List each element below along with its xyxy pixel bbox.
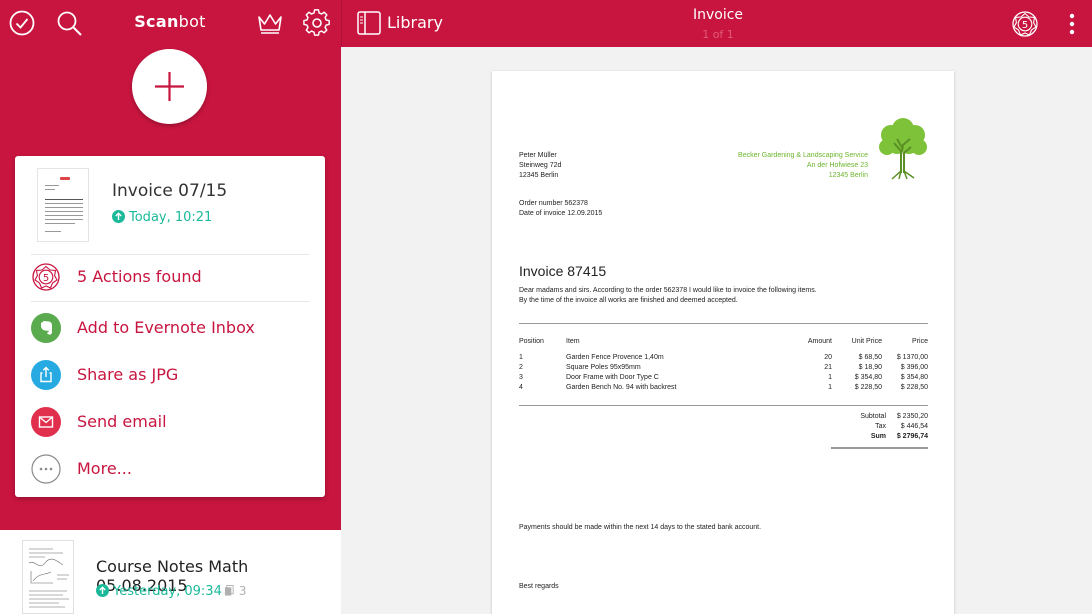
col-unit-price: Unit Price $ 68,50 $ 18,90 $ 354,80 $ 22…	[851, 338, 882, 391]
share-jpg-label: Share as JPG	[77, 365, 179, 384]
library-icon	[357, 11, 381, 35]
tree-logo	[879, 118, 927, 180]
mail-icon	[31, 407, 61, 437]
page-count: 3	[224, 584, 246, 598]
add-scan-button[interactable]	[132, 49, 207, 124]
more-icon	[31, 454, 61, 484]
order-info: Order number 562378 Date of invoice 12.0…	[519, 200, 603, 217]
col-position: Position 1 2 3 4	[519, 338, 544, 391]
payment-note: Payments should be made within the next …	[519, 524, 762, 531]
col-amount: Amount 20 21 1 1	[807, 338, 832, 391]
crown-icon[interactable]	[255, 8, 285, 38]
document-viewer[interactable]: Peter Müller Steinweg 72d 12345 Berlin B…	[341, 47, 1092, 614]
company-address: Becker Gardening & Landscaping Service A…	[738, 152, 868, 179]
invoice-heading: Invoice 87415	[519, 263, 607, 279]
totals-labels: Subtotal Tax Sum	[860, 413, 886, 440]
document-title: Invoice 07/15	[112, 181, 228, 201]
divider	[31, 254, 309, 255]
closing: Best regards	[519, 583, 559, 590]
svg-text:5: 5	[1022, 20, 1028, 31]
share-icon	[31, 360, 61, 390]
evernote-label: Add to Evernote Inbox	[77, 318, 255, 337]
pages-icon	[224, 585, 234, 596]
gear-icon[interactable]	[302, 8, 332, 38]
send-email-button[interactable]: Send email	[15, 401, 325, 443]
document-timestamp: Today, 10:21	[112, 210, 212, 225]
left-toolbar: Scanbot	[0, 0, 341, 47]
divider	[519, 323, 928, 324]
upload-sync-icon	[112, 210, 125, 223]
invoice-intro: Dear madams and sirs. According to the o…	[519, 287, 817, 304]
upload-sync-icon	[96, 584, 109, 597]
actions-found-label: 5 Actions found	[77, 267, 202, 286]
document-thumbnail[interactable]	[37, 168, 89, 242]
search-icon[interactable]	[54, 8, 84, 38]
document-thumbnail	[22, 540, 74, 614]
evernote-button[interactable]: Add to Evernote Inbox	[15, 307, 325, 349]
invoice-page: Peter Müller Steinweg 72d 12345 Berlin B…	[492, 71, 954, 614]
list-item[interactable]: Course Notes Math 05.08.2015 Yesterday, …	[0, 530, 341, 614]
divider	[31, 301, 309, 302]
evernote-icon	[31, 313, 61, 343]
list-item-timestamp: Yesterday, 09:34	[96, 584, 222, 599]
overflow-menu-icon[interactable]	[1057, 9, 1087, 39]
plus-icon	[155, 72, 184, 101]
actions-found-button[interactable]: 5 5 Actions found	[15, 256, 325, 298]
document-title: Invoice	[692, 7, 744, 23]
page-indicator: 1 of 1	[702, 28, 734, 41]
totals-values: $ 2350,20 $ 446,54 $ 2796,74	[896, 413, 928, 440]
app-title: Scanbot	[134, 12, 206, 31]
more-button[interactable]: More...	[15, 448, 325, 490]
col-item: Item Garden Fence Provence 1,40m Square …	[566, 338, 677, 391]
viewer-toolbar: Library Invoice 1 of 1 5	[341, 0, 1092, 47]
library-label: Library	[387, 13, 443, 32]
actions-badge-icon[interactable]: 5	[1010, 9, 1040, 39]
document-actions-card: Invoice 07/15 Today, 10:21 5 5 Actions f…	[15, 156, 325, 497]
col-price: Price $ 1370,00 $ 396,00 $ 354,80 $ 228,…	[896, 338, 928, 391]
svg-text:5: 5	[43, 273, 49, 284]
sender-address: Peter Müller Steinweg 72d 12345 Berlin	[519, 152, 562, 179]
share-jpg-button[interactable]: Share as JPG	[15, 354, 325, 396]
divider	[519, 405, 928, 406]
documents-pane: Scanbot Invoice 07/15 Today, 10:21 5 5 A…	[0, 0, 341, 614]
send-email-label: Send email	[77, 412, 167, 431]
actions-badge-icon: 5	[31, 262, 61, 292]
checkmark-icon[interactable]	[7, 8, 37, 38]
divider	[831, 447, 928, 449]
more-label: More...	[77, 459, 132, 478]
